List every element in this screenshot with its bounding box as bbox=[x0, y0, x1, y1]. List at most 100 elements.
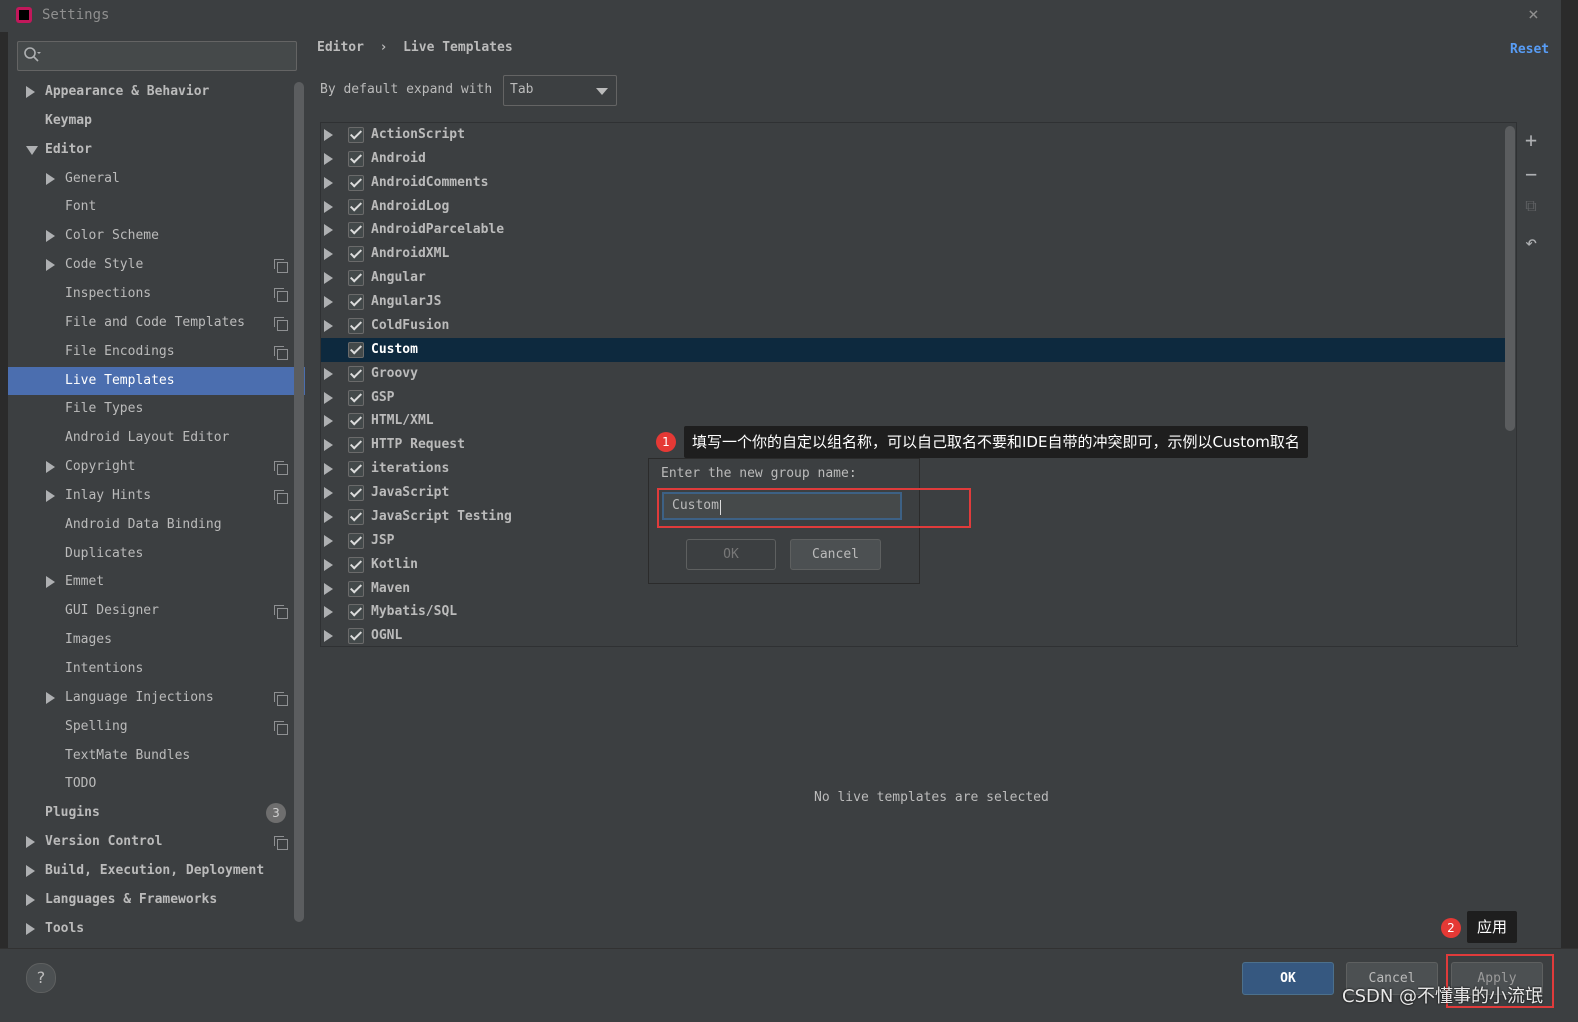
chevron-right-icon[interactable] bbox=[324, 487, 333, 499]
sidebar-item[interactable]: Duplicates bbox=[8, 540, 294, 568]
template-group-row[interactable]: AndroidXML bbox=[321, 242, 1505, 266]
group-enabled-checkbox[interactable] bbox=[348, 604, 364, 620]
sidebar-item[interactable]: Intentions bbox=[8, 655, 294, 683]
group-enabled-checkbox[interactable] bbox=[348, 461, 364, 477]
sidebar-item[interactable]: Inlay Hints bbox=[8, 482, 294, 510]
revert-icon[interactable]: ↶ bbox=[1519, 230, 1543, 254]
sidebar-item[interactable]: Color Scheme bbox=[8, 222, 294, 250]
sidebar-scrollbar[interactable] bbox=[294, 82, 304, 922]
group-enabled-checkbox[interactable] bbox=[348, 127, 364, 143]
add-icon[interactable]: + bbox=[1519, 128, 1543, 152]
reset-link[interactable]: Reset bbox=[1510, 42, 1549, 57]
sidebar-item[interactable]: Code Style bbox=[8, 251, 294, 279]
help-button[interactable]: ? bbox=[26, 963, 56, 993]
chevron-right-icon[interactable] bbox=[46, 259, 55, 271]
sidebar-item[interactable]: Keymap bbox=[8, 107, 294, 135]
chevron-right-icon[interactable] bbox=[324, 201, 333, 213]
close-icon[interactable]: × bbox=[1528, 4, 1539, 25]
sidebar-item[interactable]: Spelling bbox=[8, 713, 294, 741]
group-enabled-checkbox[interactable] bbox=[348, 366, 364, 382]
sidebar-item[interactable]: Font bbox=[8, 193, 294, 221]
chevron-right-icon[interactable] bbox=[26, 86, 35, 98]
sidebar-item[interactable]: Language Injections bbox=[8, 684, 294, 712]
group-enabled-checkbox[interactable] bbox=[348, 246, 364, 262]
sidebar-item[interactable]: File Encodings bbox=[8, 338, 294, 366]
chevron-right-icon[interactable] bbox=[46, 490, 55, 502]
ok-button[interactable]: OK bbox=[1242, 962, 1334, 995]
template-group-row[interactable]: OGNL bbox=[321, 624, 1505, 648]
template-group-row[interactable]: AngularJS bbox=[321, 290, 1505, 314]
group-enabled-checkbox[interactable] bbox=[348, 222, 364, 238]
sidebar-item[interactable]: Images bbox=[8, 626, 294, 654]
sidebar-item[interactable]: Plugins bbox=[8, 799, 294, 827]
sidebar-item[interactable]: Languages & Frameworks bbox=[8, 886, 294, 914]
chevron-right-icon[interactable] bbox=[324, 129, 333, 141]
chevron-right-icon[interactable] bbox=[324, 606, 333, 618]
template-group-row[interactable]: GSP bbox=[321, 386, 1505, 410]
chevron-right-icon[interactable] bbox=[324, 296, 333, 308]
group-enabled-checkbox[interactable] bbox=[348, 413, 364, 429]
template-group-row[interactable]: Mybatis/SQL bbox=[321, 600, 1505, 624]
chevron-right-icon[interactable] bbox=[324, 439, 333, 451]
chevron-right-icon[interactable] bbox=[324, 535, 333, 547]
sidebar-item[interactable]: File and Code Templates bbox=[8, 309, 294, 337]
chevron-right-icon[interactable] bbox=[324, 559, 333, 571]
template-group-row[interactable]: AndroidLog bbox=[321, 195, 1505, 219]
chevron-right-icon[interactable] bbox=[26, 923, 35, 935]
chevron-right-icon[interactable] bbox=[324, 630, 333, 642]
chevron-right-icon[interactable] bbox=[46, 461, 55, 473]
group-enabled-checkbox[interactable] bbox=[348, 318, 364, 334]
sidebar-item[interactable]: Appearance & Behavior bbox=[8, 78, 294, 106]
group-enabled-checkbox[interactable] bbox=[348, 557, 364, 573]
sidebar-item[interactable]: Emmet bbox=[8, 568, 294, 596]
chevron-right-icon[interactable] bbox=[46, 576, 55, 588]
sidebar-item[interactable]: Editor bbox=[8, 136, 294, 164]
sidebar-item[interactable]: Live Templates bbox=[8, 367, 305, 395]
template-group-row[interactable]: Custom bbox=[321, 338, 1505, 362]
group-enabled-checkbox[interactable] bbox=[348, 294, 364, 310]
dialog-cancel-button[interactable]: Cancel bbox=[790, 539, 881, 570]
chevron-right-icon[interactable] bbox=[324, 463, 333, 475]
chevron-right-icon[interactable] bbox=[324, 153, 333, 165]
group-enabled-checkbox[interactable] bbox=[348, 485, 364, 501]
template-group-row[interactable]: Android bbox=[321, 147, 1505, 171]
group-enabled-checkbox[interactable] bbox=[348, 437, 364, 453]
chevron-right-icon[interactable] bbox=[324, 511, 333, 523]
chevron-right-icon[interactable] bbox=[324, 177, 333, 189]
sidebar-item[interactable]: Copyright bbox=[8, 453, 294, 481]
chevron-right-icon[interactable] bbox=[324, 368, 333, 380]
sidebar-item[interactable]: Build, Execution, Deployment bbox=[8, 857, 294, 885]
chevron-right-icon[interactable] bbox=[324, 320, 333, 332]
template-group-row[interactable]: ColdFusion bbox=[321, 314, 1505, 338]
template-group-row[interactable]: ActionScript bbox=[321, 123, 1505, 147]
chevron-right-icon[interactable] bbox=[324, 583, 333, 595]
sidebar-item[interactable]: GUI Designer bbox=[8, 597, 294, 625]
list-scrollbar[interactable] bbox=[1505, 126, 1515, 431]
template-group-row[interactable]: Groovy bbox=[321, 362, 1505, 386]
sidebar-item[interactable]: Android Data Binding bbox=[8, 511, 294, 539]
sidebar-item[interactable]: Android Layout Editor bbox=[8, 424, 294, 452]
group-enabled-checkbox[interactable] bbox=[348, 533, 364, 549]
chevron-right-icon[interactable] bbox=[46, 692, 55, 704]
group-enabled-checkbox[interactable] bbox=[348, 581, 364, 597]
group-enabled-checkbox[interactable] bbox=[348, 628, 364, 644]
chevron-right-icon[interactable] bbox=[26, 865, 35, 877]
chevron-down-icon[interactable] bbox=[26, 146, 38, 155]
chevron-right-icon[interactable] bbox=[324, 248, 333, 260]
sidebar-item[interactable]: TODO bbox=[8, 770, 294, 798]
dialog-ok-button[interactable]: OK bbox=[686, 539, 776, 570]
chevron-right-icon[interactable] bbox=[324, 392, 333, 404]
sidebar-item[interactable]: File Types bbox=[8, 395, 294, 423]
chevron-right-icon[interactable] bbox=[324, 224, 333, 236]
sidebar-item[interactable]: Tools bbox=[8, 915, 294, 943]
chevron-right-icon[interactable] bbox=[46, 230, 55, 242]
template-group-row[interactable]: Angular bbox=[321, 266, 1505, 290]
copy-icon[interactable]: ⧉ bbox=[1519, 196, 1543, 216]
group-enabled-checkbox[interactable] bbox=[348, 151, 364, 167]
sidebar-item[interactable]: TextMate Bundles bbox=[8, 742, 294, 770]
chevron-right-icon[interactable] bbox=[26, 836, 35, 848]
remove-icon[interactable]: − bbox=[1519, 162, 1543, 186]
sidebar-item[interactable]: Version Control bbox=[8, 828, 294, 856]
template-group-row[interactable]: AndroidParcelable bbox=[321, 218, 1505, 242]
group-enabled-checkbox[interactable] bbox=[348, 175, 364, 191]
